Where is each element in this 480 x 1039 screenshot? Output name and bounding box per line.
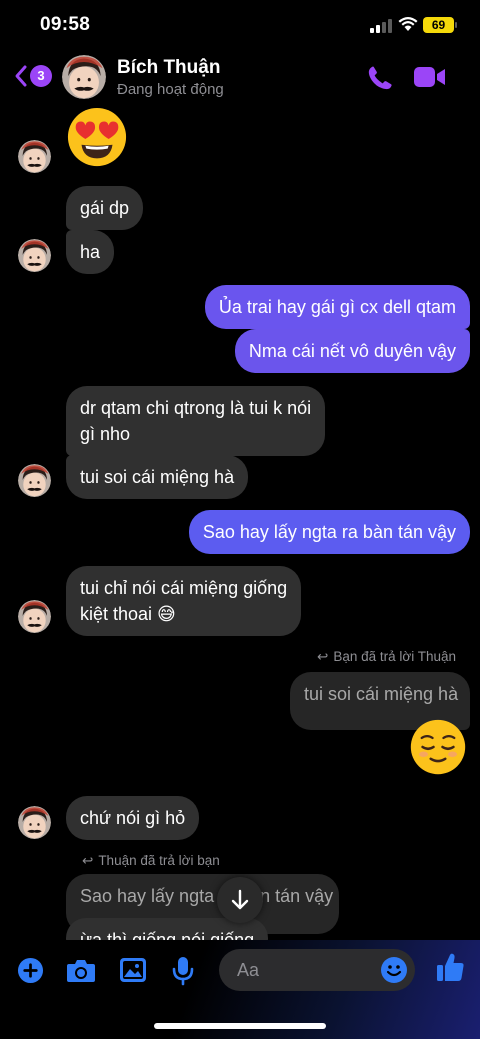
- contact-avatar[interactable]: [62, 55, 106, 99]
- message-line: dr qtam chi qtrong là tui k nói: [80, 398, 312, 418]
- chevron-left-icon: [15, 65, 27, 87]
- home-indicator: [154, 1023, 326, 1029]
- back-button[interactable]: 3: [14, 64, 52, 88]
- incoming-message[interactable]: tui chỉ nói cái miệng giống kiệt thoai 😅: [66, 566, 302, 636]
- unread-badge: 3: [30, 65, 52, 87]
- message-line: gì nho: [80, 424, 131, 444]
- sender-avatar[interactable]: [18, 464, 51, 497]
- microphone-icon[interactable]: [172, 956, 194, 986]
- camera-icon[interactable]: [66, 958, 96, 984]
- incoming-message[interactable]: dr qtam chi qtrong là tui k nói gì nho: [66, 386, 326, 456]
- outgoing-message[interactable]: Sao hay lấy ngta ra bàn tán vậy: [188, 510, 470, 554]
- status-time: 09:58: [40, 14, 91, 35]
- sender-avatar[interactable]: [18, 239, 51, 272]
- thumbs-up-icon[interactable]: [436, 952, 465, 983]
- reply-indicator-text: Thuận đã trả lời bạn: [98, 853, 220, 868]
- incoming-message[interactable]: gái dp: [66, 186, 144, 230]
- video-camera-icon[interactable]: [414, 66, 446, 88]
- reply-indicator: ↩ Thuận đã trả lời bạn: [82, 853, 220, 869]
- composer-bar: Aa: [0, 940, 480, 1039]
- reply-arrow-icon: ↩: [82, 853, 94, 868]
- battery-indicator: 69: [423, 17, 454, 33]
- sender-avatar[interactable]: [18, 806, 51, 839]
- image-icon[interactable]: [119, 957, 147, 983]
- plus-icon[interactable]: [17, 957, 44, 984]
- reply-arrow-icon: ↩: [317, 649, 329, 664]
- signal-icon: [370, 19, 392, 33]
- outgoing-message[interactable]: Ủa trai hay gái gì cx dell qtam: [204, 285, 470, 329]
- outgoing-message[interactable]: Nma cái nết vô duyên vậy: [234, 329, 470, 373]
- arrow-down-icon: [231, 889, 249, 910]
- reply-indicator: ↩ Bạn đã trả lời Thuận: [317, 649, 456, 665]
- scroll-to-bottom-button[interactable]: [217, 877, 263, 923]
- reply-indicator-text: Bạn đã trả lời Thuận: [333, 649, 456, 664]
- contact-name[interactable]: Bích Thuận: [117, 57, 220, 79]
- relieved-face-emoji: [410, 719, 466, 775]
- sender-avatar[interactable]: [18, 140, 51, 173]
- message-list[interactable]: gái dp ha Ủa trai hay gái gì cx dell qta…: [0, 106, 480, 940]
- status-bar: 09:58 69: [0, 0, 480, 50]
- sender-avatar[interactable]: [18, 600, 51, 633]
- message-input[interactable]: Aa: [219, 949, 415, 991]
- phone-icon[interactable]: [366, 64, 394, 92]
- incoming-message[interactable]: ha: [66, 230, 115, 274]
- incoming-message[interactable]: tui soi cái miệng hà: [66, 455, 249, 499]
- message-line: tui chỉ nói cái miệng giống: [80, 578, 288, 598]
- battery-tip: [455, 22, 457, 28]
- contact-status: Đang hoạt động: [117, 81, 224, 98]
- wifi-icon: [398, 17, 418, 31]
- message-input-placeholder: Aa: [237, 960, 260, 980]
- heart-eyes-emoji: [67, 107, 127, 167]
- message-line: kiệt thoai 😅: [80, 604, 176, 624]
- conversation-header: 3 Bích Thuận Đang hoạt động: [0, 50, 480, 106]
- emoji-icon[interactable]: [380, 956, 408, 984]
- incoming-message[interactable]: chứ nói gì hỏ: [66, 796, 200, 840]
